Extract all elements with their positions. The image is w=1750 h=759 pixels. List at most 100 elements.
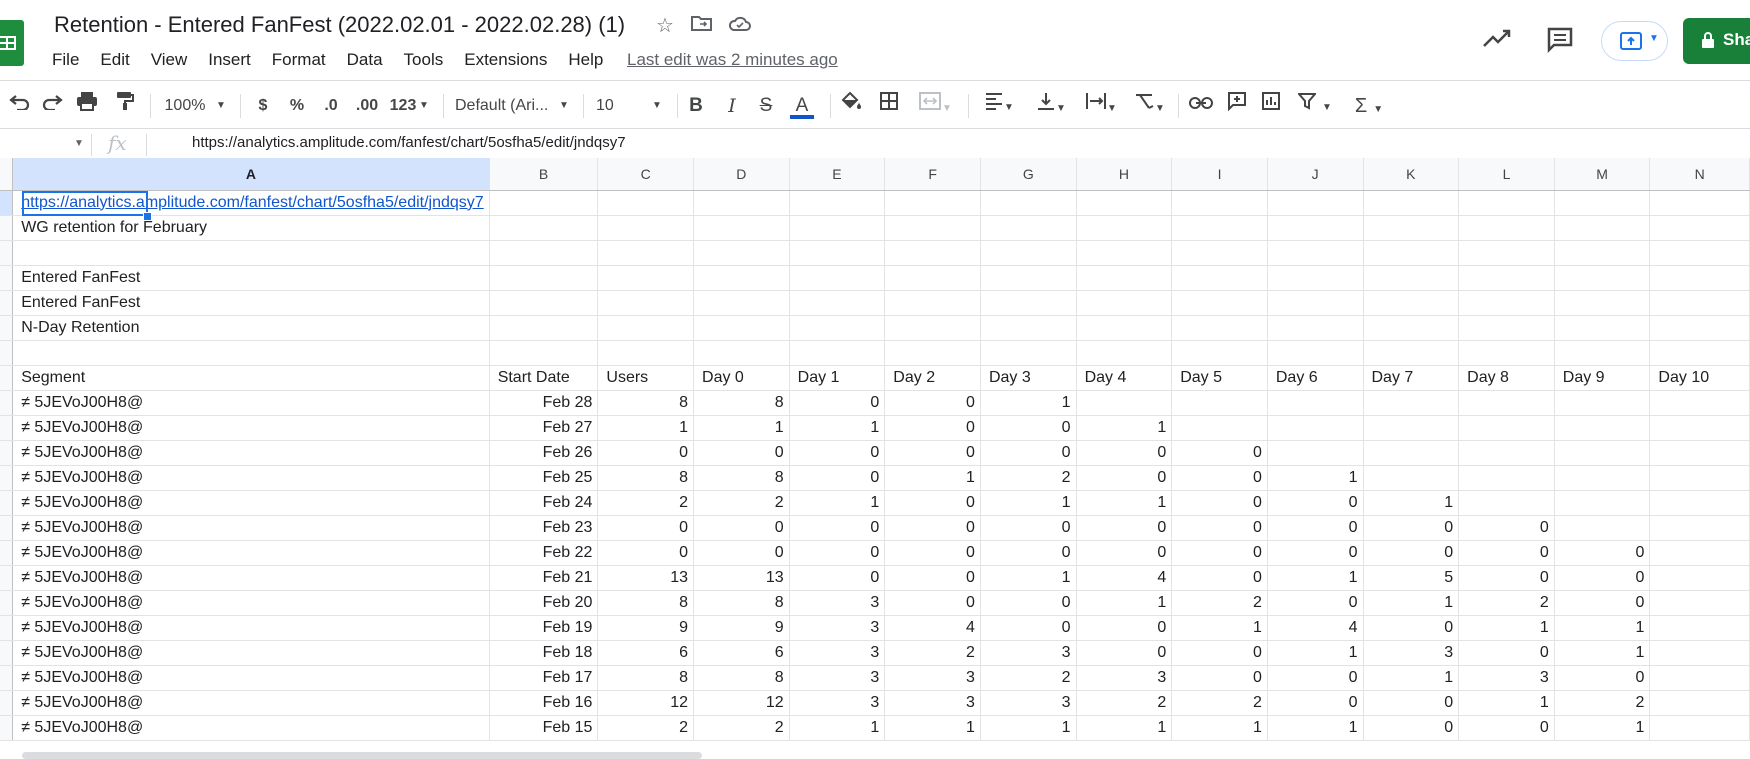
cell[interactable] xyxy=(980,265,1077,291)
cell[interactable]: 0 xyxy=(1076,540,1173,566)
column-header[interactable]: B xyxy=(489,158,599,191)
row-header[interactable] xyxy=(0,715,14,741)
cell[interactable]: 1 xyxy=(789,415,886,441)
cell[interactable]: Feb 25 xyxy=(489,465,599,491)
cell[interactable]: 0 xyxy=(789,515,886,541)
cell[interactable]: 8 xyxy=(693,665,790,691)
cell[interactable]: 0 xyxy=(980,540,1077,566)
cell[interactable]: Day 4 xyxy=(1076,365,1173,391)
comment-icon[interactable] xyxy=(1546,26,1576,56)
cell[interactable] xyxy=(1554,265,1651,291)
text-wrapping-icon[interactable]: ▼ xyxy=(1080,91,1122,121)
cell[interactable] xyxy=(1649,665,1750,691)
borders-icon[interactable] xyxy=(876,91,902,121)
cell[interactable] xyxy=(693,265,790,291)
cell[interactable]: 12 xyxy=(693,690,790,716)
cell[interactable]: Feb 22 xyxy=(489,540,599,566)
cell[interactable] xyxy=(12,340,490,366)
cell[interactable]: 1 xyxy=(1363,665,1460,691)
cell[interactable] xyxy=(884,190,981,216)
cell[interactable]: https://analytics.amplitude.com/fanfest/… xyxy=(12,190,490,216)
cell[interactable]: 0 xyxy=(1554,565,1651,591)
cell[interactable]: 1 xyxy=(1267,465,1364,491)
column-header[interactable]: K xyxy=(1363,158,1460,191)
column-header[interactable]: L xyxy=(1458,158,1555,191)
cell[interactable] xyxy=(1267,240,1364,266)
cell[interactable]: 3 xyxy=(980,640,1077,666)
bold-button[interactable]: B xyxy=(684,91,708,121)
strikethrough-button[interactable]: S xyxy=(754,91,778,121)
cell[interactable]: 2 xyxy=(1171,590,1268,616)
cell[interactable] xyxy=(789,190,886,216)
cell[interactable]: 0 xyxy=(1363,615,1460,641)
cell[interactable]: Feb 24 xyxy=(489,490,599,516)
cell[interactable]: 0 xyxy=(1554,665,1651,691)
cell[interactable]: 0 xyxy=(1171,515,1268,541)
chevron-down-icon[interactable]: ▼ xyxy=(1649,33,1659,44)
cell[interactable] xyxy=(1363,340,1460,366)
cell[interactable]: Day 5 xyxy=(1171,365,1268,391)
cell[interactable]: 3 xyxy=(1076,665,1173,691)
cell[interactable] xyxy=(1363,390,1460,416)
cell[interactable]: 0 xyxy=(1076,515,1173,541)
cell[interactable] xyxy=(1171,290,1268,316)
cell[interactable]: Feb 17 xyxy=(489,665,599,691)
cell[interactable]: 6 xyxy=(693,640,790,666)
fill-handle[interactable] xyxy=(143,212,152,221)
cell[interactable] xyxy=(789,315,886,341)
cell[interactable]: Feb 15 xyxy=(489,715,599,741)
cell[interactable] xyxy=(489,190,599,216)
cell[interactable] xyxy=(1649,540,1750,566)
cell[interactable]: 0 xyxy=(980,415,1077,441)
cell[interactable]: 2 xyxy=(693,490,790,516)
cell[interactable]: 0 xyxy=(1267,665,1364,691)
column-header[interactable]: N xyxy=(1649,158,1750,191)
cell[interactable]: 0 xyxy=(884,565,981,591)
cell[interactable]: 1 xyxy=(597,415,695,441)
cell[interactable] xyxy=(1649,690,1750,716)
cell[interactable] xyxy=(1649,390,1750,416)
row-header[interactable] xyxy=(0,290,14,316)
cell[interactable] xyxy=(1076,265,1173,291)
cell[interactable] xyxy=(597,190,695,216)
increase-decimal-button[interactable]: .00 xyxy=(352,91,382,121)
row-header[interactable] xyxy=(0,490,14,516)
cell[interactable]: 0 xyxy=(1458,640,1555,666)
more-formats-button[interactable]: 123 xyxy=(388,91,418,121)
cell[interactable]: 0 xyxy=(1554,590,1651,616)
cell[interactable] xyxy=(1649,315,1750,341)
cell[interactable]: 0 xyxy=(884,440,981,466)
cell[interactable]: ≠ 5JEVoJ00H8@ xyxy=(12,415,490,441)
cell[interactable]: 3 xyxy=(980,690,1077,716)
cell[interactable] xyxy=(489,265,599,291)
cell[interactable]: Feb 16 xyxy=(489,690,599,716)
filter-icon[interactable]: ▼ xyxy=(1294,91,1336,121)
formula-input[interactable]: https://analytics.amplitude.com/fanfest/… xyxy=(192,134,626,151)
cell[interactable]: ≠ 5JEVoJ00H8@ xyxy=(12,615,490,641)
name-box-dropdown-icon[interactable]: ▼ xyxy=(74,138,84,149)
cell[interactable]: 0 xyxy=(980,440,1077,466)
cell[interactable]: 8 xyxy=(597,590,695,616)
cell[interactable] xyxy=(789,265,886,291)
cell[interactable]: 13 xyxy=(597,565,695,591)
column-header[interactable]: C xyxy=(597,158,695,191)
functions-icon[interactable]: Σ ▼ xyxy=(1348,91,1390,121)
cell[interactable]: 0 xyxy=(1458,565,1555,591)
cell[interactable]: Day 10 xyxy=(1649,365,1750,391)
cell[interactable]: 4 xyxy=(1267,615,1364,641)
cell[interactable]: 1 xyxy=(1554,615,1651,641)
cell[interactable]: 1 xyxy=(1171,615,1268,641)
column-header[interactable]: J xyxy=(1267,158,1364,191)
cell[interactable]: 0 xyxy=(1363,515,1460,541)
percent-format-button[interactable]: % xyxy=(286,91,308,121)
cell[interactable] xyxy=(1363,440,1460,466)
present-button[interactable]: ▼ xyxy=(1601,21,1668,61)
insert-comment-icon[interactable] xyxy=(1224,91,1250,121)
cell[interactable]: Users xyxy=(597,365,695,391)
row-header[interactable] xyxy=(0,590,14,616)
cell[interactable]: 1 xyxy=(789,715,886,741)
cell[interactable]: 0 xyxy=(1267,540,1364,566)
cell[interactable] xyxy=(1076,215,1173,241)
cell[interactable]: 0 xyxy=(693,440,790,466)
cell[interactable] xyxy=(1171,240,1268,266)
